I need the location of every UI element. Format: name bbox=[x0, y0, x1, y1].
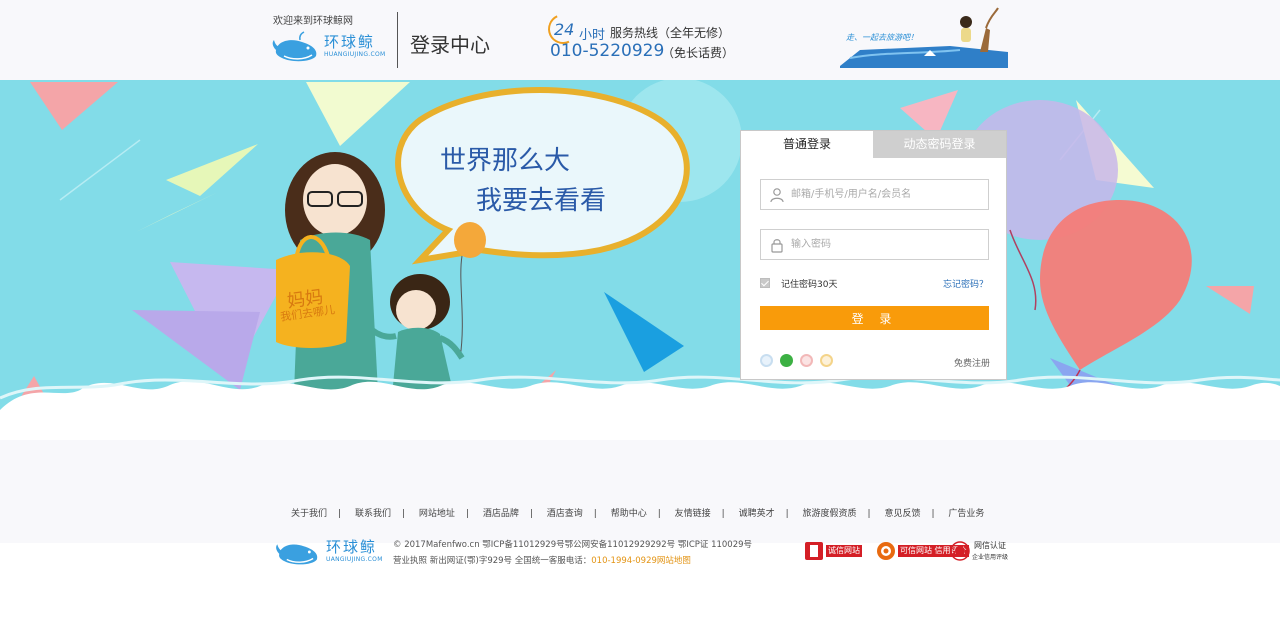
footer-links: 关于我们 | 联系我们 | 网站地址 | 酒店品牌 | 酒店查询 | 帮助中心 | 友情链接… bbox=[291, 509, 985, 519]
footer-link-friends[interactable]: 友情链接 bbox=[675, 509, 711, 519]
24h-badge-icon: 24 bbox=[543, 9, 583, 49]
footer-logo[interactable]: 环球鲸 UANGIUJING.COM bbox=[274, 535, 392, 567]
service-phone: 010-1994-0929 bbox=[591, 556, 657, 566]
credit-rating-icon bbox=[877, 542, 895, 560]
service-hotline: 24 小时 服务热线（全年无修） 010-5220929 （免长话费） bbox=[543, 9, 748, 66]
welcome-text: 欢迎来到环球鲸网 bbox=[273, 16, 353, 27]
whale-logo-icon bbox=[272, 31, 317, 62]
wechat-icon[interactable] bbox=[780, 354, 793, 367]
login-button[interactable]: 登 录 bbox=[760, 306, 989, 330]
cert-seal-icon bbox=[950, 541, 970, 561]
alipay-icon[interactable] bbox=[820, 354, 833, 367]
hotline-free-note: （免长话费） bbox=[662, 46, 735, 60]
weibo-icon[interactable] bbox=[800, 354, 813, 367]
footer-link-hotel-brands[interactable]: 酒店品牌 bbox=[483, 509, 519, 519]
footer-link-about[interactable]: 关于我们 bbox=[291, 509, 327, 519]
user-icon bbox=[770, 188, 784, 203]
tab-dynamic-password-login[interactable]: 动态密码登录 bbox=[873, 131, 1006, 158]
trust-badge-wangxin[interactable]: 网信认证 企业信用评级 bbox=[950, 540, 1012, 562]
password-field bbox=[760, 229, 989, 260]
footer-link-help[interactable]: 帮助中心 bbox=[611, 509, 647, 519]
footer-logo-chinese: 环球鲸 bbox=[326, 538, 378, 556]
tab-normal-login[interactable]: 普通登录 bbox=[741, 131, 873, 158]
footer-background bbox=[0, 440, 1280, 543]
banner-illustration bbox=[0, 80, 1280, 440]
login-panel: 普通登录 动态密码登录 记住密码30天 忘记密码？ 登 录 免费注册 bbox=[740, 130, 1007, 380]
footer-link-feedback[interactable]: 意见反馈 bbox=[884, 509, 920, 519]
slogan-line-2: 我要去看看 bbox=[476, 186, 607, 216]
copyright-line-2: 营业执照 新出网证(鄂)字929号 全国统一客服电话：010-1994-0929… bbox=[393, 554, 691, 566]
whale-logo-icon bbox=[276, 544, 318, 565]
qq-icon[interactable] bbox=[760, 354, 773, 367]
remember-label: 记住密码30天 bbox=[781, 280, 838, 290]
site-logo[interactable]: 环球鲸 HUANGIUJING.COM bbox=[272, 30, 390, 64]
trust-seal-icon bbox=[805, 542, 823, 560]
username-input[interactable] bbox=[791, 180, 986, 209]
hero-banner: 世界那么大 我要去看看 妈妈 我们去哪儿 bbox=[0, 80, 1280, 440]
hotline-service-label: 服务热线（全年无修） bbox=[610, 26, 731, 40]
remember-checkbox[interactable] bbox=[760, 278, 770, 288]
footer-link-hotel-search[interactable]: 酒店查询 bbox=[547, 509, 583, 519]
footer-logo-domain: UANGIUJING.COM bbox=[326, 556, 383, 563]
badge-subtext: 企业信用评级 bbox=[972, 554, 1009, 561]
logo-chinese-name: 环球鲸 bbox=[324, 33, 376, 51]
forgot-password-link[interactable]: 忘记密码？ bbox=[943, 277, 988, 290]
register-link[interactable]: 免费注册 bbox=[954, 356, 990, 369]
hotline-24: 24 bbox=[554, 20, 575, 39]
header-illustration: 走、一起去旅游吧！ bbox=[840, 6, 1008, 68]
trust-badge-chengxin[interactable]: 诚信网站 bbox=[804, 540, 868, 562]
footer-link-contact[interactable]: 联系我们 bbox=[355, 509, 391, 519]
sitemap-link[interactable]: 网站地图 bbox=[657, 556, 691, 566]
page-title: 登录中心 bbox=[410, 33, 490, 57]
username-field bbox=[760, 179, 989, 210]
license-text: 营业执照 新出网证(鄂)字929号 全国统一客服电话： bbox=[393, 556, 592, 566]
footer-link-travel-license[interactable]: 旅游度假资质 bbox=[803, 509, 857, 519]
slogan-line-1: 世界那么大 bbox=[440, 146, 571, 176]
lock-icon bbox=[771, 239, 783, 253]
logo-domain: HUANGIUJING.COM bbox=[324, 51, 386, 58]
footer-link-careers[interactable]: 诚聘英才 bbox=[739, 509, 775, 519]
header-divider bbox=[397, 12, 398, 68]
header-art-caption: 走、一起去旅游吧！ bbox=[846, 33, 918, 42]
badge-text: 诚信网站 bbox=[826, 545, 862, 557]
trust-badge-kexin[interactable]: 可信网站 信用评价 bbox=[876, 540, 969, 562]
copyright-line-1: © 2017Mafenfwo.cn 鄂ICP备11012929号鄂公网安备110… bbox=[393, 540, 753, 550]
password-input[interactable] bbox=[791, 230, 986, 259]
site-header: 欢迎来到环球鲸网 环球鲸 HUANGIUJING.COM 登录中心 24 小时 … bbox=[0, 0, 1280, 80]
hotline-phone: 010-5220929 bbox=[550, 41, 665, 61]
footer-link-ads[interactable]: 广告业务 bbox=[948, 509, 984, 519]
footer-link-site-address[interactable]: 网站地址 bbox=[419, 509, 455, 519]
